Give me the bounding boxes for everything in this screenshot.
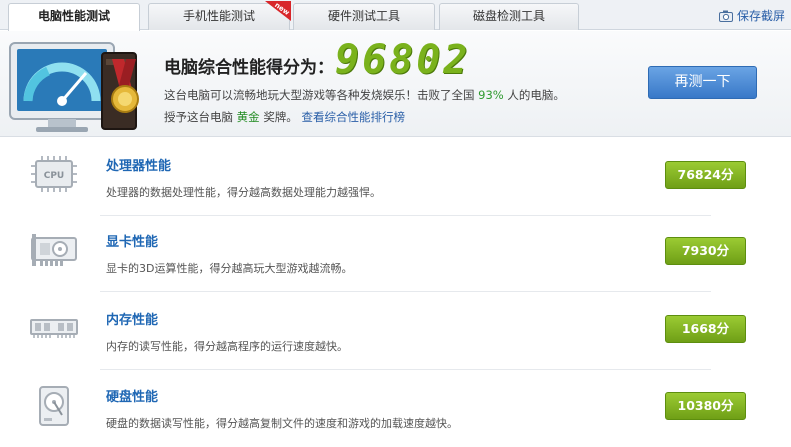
award-suffix: 奖牌。 — [263, 110, 298, 124]
row-title[interactable]: 内存性能 — [106, 309, 158, 328]
tab-label: 硬件测试工具 — [327, 9, 400, 23]
description-prefix: 这台电脑可以流畅地玩大型游戏等各种发烧娱乐！击败了全国 — [164, 88, 475, 102]
tab-phone-performance[interactable]: 手机性能测试 new — [148, 1, 291, 30]
row-description: 硬盘的数据读写性能，得分越高复制文件的速度和游戏的加载速度越快。 — [106, 417, 458, 430]
disk-score-badge: 10380分 — [665, 392, 746, 420]
row-title[interactable]: 硬盘性能 — [106, 386, 158, 405]
disk-performance-row: 硬盘性能 硬盘的数据读写性能，得分越高复制文件的速度和游戏的加载速度越快。 10… — [0, 369, 791, 447]
svg-text:CPU: CPU — [44, 171, 65, 181]
row-title[interactable]: 显卡性能 — [106, 231, 158, 250]
gpu-performance-row: 显卡性能 显卡的3D运算性能，得分越高玩大型游戏越流畅。 7930分 — [0, 214, 791, 292]
tab-label: 手机性能测试 — [182, 9, 255, 23]
camera-icon — [718, 10, 733, 22]
gpu-score-badge: 7930分 — [665, 237, 746, 265]
save-screenshot-button[interactable]: 保存截屏 — [718, 7, 785, 24]
memory-performance-row: 内存性能 内存的读写性能，得分越高程序的运行速度越快。 1668分 — [0, 292, 791, 370]
beat-percent: 93% — [478, 88, 504, 102]
tab-label: 电脑性能测试 — [37, 9, 110, 23]
memory-score-badge: 1668分 — [665, 315, 746, 343]
row-description: 显卡的3D运算性能，得分越高玩大型游戏越流畅。 — [106, 262, 353, 275]
award-prefix: 授予这台电脑 — [164, 110, 233, 124]
score-description: 这台电脑可以流畅地玩大型游戏等各种发烧娱乐！击败了全国 93% 人的电脑。 — [164, 87, 565, 103]
retest-button[interactable]: 再测一下 — [648, 66, 757, 99]
tab-disk-tools[interactable]: 磁盘检测工具 — [439, 3, 579, 30]
score-header: 电脑综合性能得分为： 96802 这台电脑可以流畅地玩大型游戏等各种发烧娱乐！击… — [0, 31, 791, 137]
memory-icon — [30, 319, 78, 338]
cpu-icon: CPU — [31, 156, 77, 192]
row-description: 内存的读写性能，得分越高程序的运行速度越快。 — [106, 340, 348, 353]
performance-monitor-icon — [9, 42, 139, 132]
tab-label: 磁盘检测工具 — [472, 9, 545, 23]
row-description: 处理器的数据处理性能，得分越高数据处理能力越强悍。 — [106, 186, 381, 199]
hard-disk-icon — [39, 386, 69, 426]
save-screenshot-label: 保存截屏 — [736, 9, 785, 23]
row-title[interactable]: 处理器性能 — [106, 155, 171, 174]
ranking-link[interactable]: 查看综合性能排行榜 — [301, 110, 405, 124]
cpu-score-badge: 76824分 — [665, 161, 746, 189]
cpu-performance-row: CPU 处理器性能 处理器的数据处理性能，得分越高数据处理能力越强悍。 7682… — [0, 138, 791, 216]
new-badge-icon: new — [265, 1, 291, 21]
award-description: 授予这台电脑 黄金 奖牌。 查看综合性能排行榜 — [164, 109, 405, 125]
award-medal: 黄金 — [236, 110, 260, 124]
tab-bar: 电脑性能测试 手机性能测试 new 硬件测试工具 磁盘检测工具 保存截屏 — [0, 0, 791, 31]
tab-pc-performance[interactable]: 电脑性能测试 — [8, 3, 140, 31]
total-score: 96802 — [335, 37, 471, 83]
score-title: 电脑综合性能得分为： — [164, 58, 334, 78]
tab-hardware-tools[interactable]: 硬件测试工具 — [293, 3, 435, 30]
graphics-card-icon — [31, 234, 77, 266]
description-suffix: 人的电脑。 — [507, 88, 565, 102]
